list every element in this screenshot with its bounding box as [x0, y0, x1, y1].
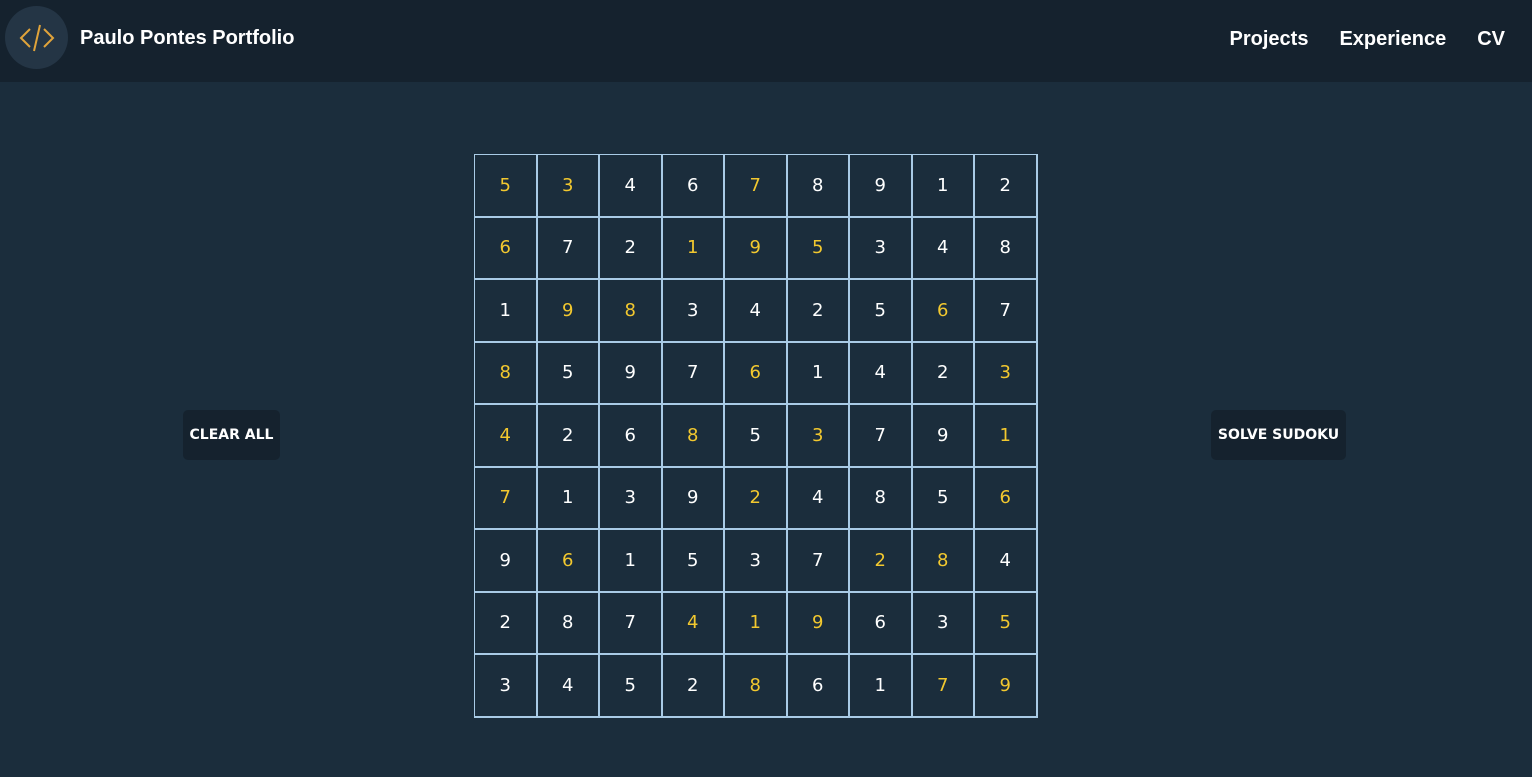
sudoku-cell[interactable]: 2: [537, 405, 600, 468]
sudoku-cell[interactable]: 2: [912, 342, 975, 405]
sudoku-cell[interactable]: 8: [537, 592, 600, 655]
sudoku-cell[interactable]: 2: [662, 655, 725, 718]
sudoku-cell[interactable]: 9: [537, 280, 600, 343]
sudoku-cell[interactable]: 9: [975, 655, 1038, 718]
sudoku-cell[interactable]: 5: [850, 280, 913, 343]
sudoku-cell[interactable]: 2: [600, 217, 663, 280]
sudoku-cell[interactable]: 9: [662, 467, 725, 530]
clear-all-button[interactable]: CLEAR ALL: [183, 410, 280, 460]
sudoku-cell[interactable]: 3: [662, 280, 725, 343]
sudoku-cell[interactable]: 7: [475, 467, 538, 530]
sudoku-cell[interactable]: 4: [787, 467, 850, 530]
solve-sudoku-button[interactable]: SOLVE SUDOKU: [1211, 410, 1346, 460]
sudoku-cell[interactable]: 5: [912, 467, 975, 530]
sudoku-cell[interactable]: 8: [787, 155, 850, 218]
sudoku-cell[interactable]: 7: [600, 592, 663, 655]
sudoku-cell[interactable]: 8: [912, 530, 975, 593]
sudoku-cell[interactable]: 6: [975, 467, 1038, 530]
sudoku-cell[interactable]: 6: [787, 655, 850, 718]
code-brackets-icon: [19, 24, 54, 51]
sudoku-cell[interactable]: 3: [787, 405, 850, 468]
sudoku-cell[interactable]: 3: [912, 592, 975, 655]
sudoku-cell[interactable]: 6: [600, 405, 663, 468]
sudoku-board: 5346789126721953481983425678597614234268…: [474, 154, 1038, 718]
sudoku-cell[interactable]: 3: [475, 655, 538, 718]
sudoku-cell[interactable]: 7: [725, 155, 788, 218]
sudoku-cell[interactable]: 8: [850, 467, 913, 530]
sudoku-cell[interactable]: 9: [725, 217, 788, 280]
sudoku-cell[interactable]: 1: [975, 405, 1038, 468]
sudoku-cell[interactable]: 9: [600, 342, 663, 405]
sudoku-cell[interactable]: 1: [475, 280, 538, 343]
nav-link-projects[interactable]: Projects: [1230, 28, 1309, 51]
sudoku-cell[interactable]: 3: [725, 530, 788, 593]
sudoku-cell[interactable]: 1: [600, 530, 663, 593]
sudoku-cell[interactable]: 4: [475, 405, 538, 468]
sudoku-cell[interactable]: 4: [725, 280, 788, 343]
sudoku-cell[interactable]: 9: [475, 530, 538, 593]
sudoku-cell[interactable]: 5: [975, 592, 1038, 655]
sudoku-cell[interactable]: 7: [662, 342, 725, 405]
sudoku-cell[interactable]: 1: [662, 217, 725, 280]
sudoku-cell[interactable]: 4: [912, 217, 975, 280]
sudoku-cell[interactable]: 8: [725, 655, 788, 718]
sudoku-cell[interactable]: 6: [850, 592, 913, 655]
nav-link-cv[interactable]: CV: [1477, 28, 1505, 51]
sudoku-cell[interactable]: 8: [475, 342, 538, 405]
logo[interactable]: [5, 6, 68, 69]
sudoku-cell[interactable]: 5: [475, 155, 538, 218]
sudoku-cell[interactable]: 2: [850, 530, 913, 593]
sudoku-cell[interactable]: 3: [975, 342, 1038, 405]
sudoku-cell[interactable]: 2: [975, 155, 1038, 218]
site-title[interactable]: Paulo Pontes Portfolio: [80, 27, 294, 50]
nav-links: Projects Experience CV: [1230, 28, 1505, 51]
sudoku-cell[interactable]: 3: [537, 155, 600, 218]
sudoku-cell[interactable]: 3: [600, 467, 663, 530]
sudoku-cell[interactable]: 4: [537, 655, 600, 718]
sudoku-cell[interactable]: 6: [537, 530, 600, 593]
sudoku-cell[interactable]: 7: [850, 405, 913, 468]
sudoku-cell[interactable]: 2: [787, 280, 850, 343]
nav-link-experience[interactable]: Experience: [1339, 28, 1446, 51]
sudoku-cell[interactable]: 5: [725, 405, 788, 468]
sudoku-cell[interactable]: 6: [725, 342, 788, 405]
sudoku-cell[interactable]: 3: [850, 217, 913, 280]
sudoku-cell[interactable]: 8: [600, 280, 663, 343]
sudoku-cell[interactable]: 1: [912, 155, 975, 218]
sudoku-cell[interactable]: 7: [975, 280, 1038, 343]
sudoku-cell[interactable]: 7: [537, 217, 600, 280]
sudoku-cell[interactable]: 7: [787, 530, 850, 593]
sudoku-cell[interactable]: 1: [725, 592, 788, 655]
sudoku-cell[interactable]: 2: [475, 592, 538, 655]
sudoku-cell[interactable]: 4: [600, 155, 663, 218]
sudoku-cell[interactable]: 1: [850, 655, 913, 718]
sudoku-cell[interactable]: 5: [537, 342, 600, 405]
sudoku-cell[interactable]: 8: [975, 217, 1038, 280]
sudoku-cell[interactable]: 1: [787, 342, 850, 405]
sudoku-cell[interactable]: 4: [850, 342, 913, 405]
sudoku-cell[interactable]: 6: [475, 217, 538, 280]
sudoku-cell[interactable]: 6: [662, 155, 725, 218]
sudoku-cell[interactable]: 9: [912, 405, 975, 468]
sudoku-cell[interactable]: 9: [787, 592, 850, 655]
sudoku-cell[interactable]: 6: [912, 280, 975, 343]
sudoku-cell[interactable]: 4: [975, 530, 1038, 593]
sudoku-cell[interactable]: 8: [662, 405, 725, 468]
sudoku-cell[interactable]: 5: [600, 655, 663, 718]
sudoku-cell[interactable]: 7: [912, 655, 975, 718]
sudoku-cell[interactable]: 2: [725, 467, 788, 530]
sudoku-cell[interactable]: 4: [662, 592, 725, 655]
navbar: Paulo Pontes Portfolio Projects Experien…: [0, 0, 1532, 82]
sudoku-cell[interactable]: 5: [662, 530, 725, 593]
sudoku-cell[interactable]: 5: [787, 217, 850, 280]
sudoku-cell[interactable]: 9: [850, 155, 913, 218]
sudoku-cell[interactable]: 1: [537, 467, 600, 530]
